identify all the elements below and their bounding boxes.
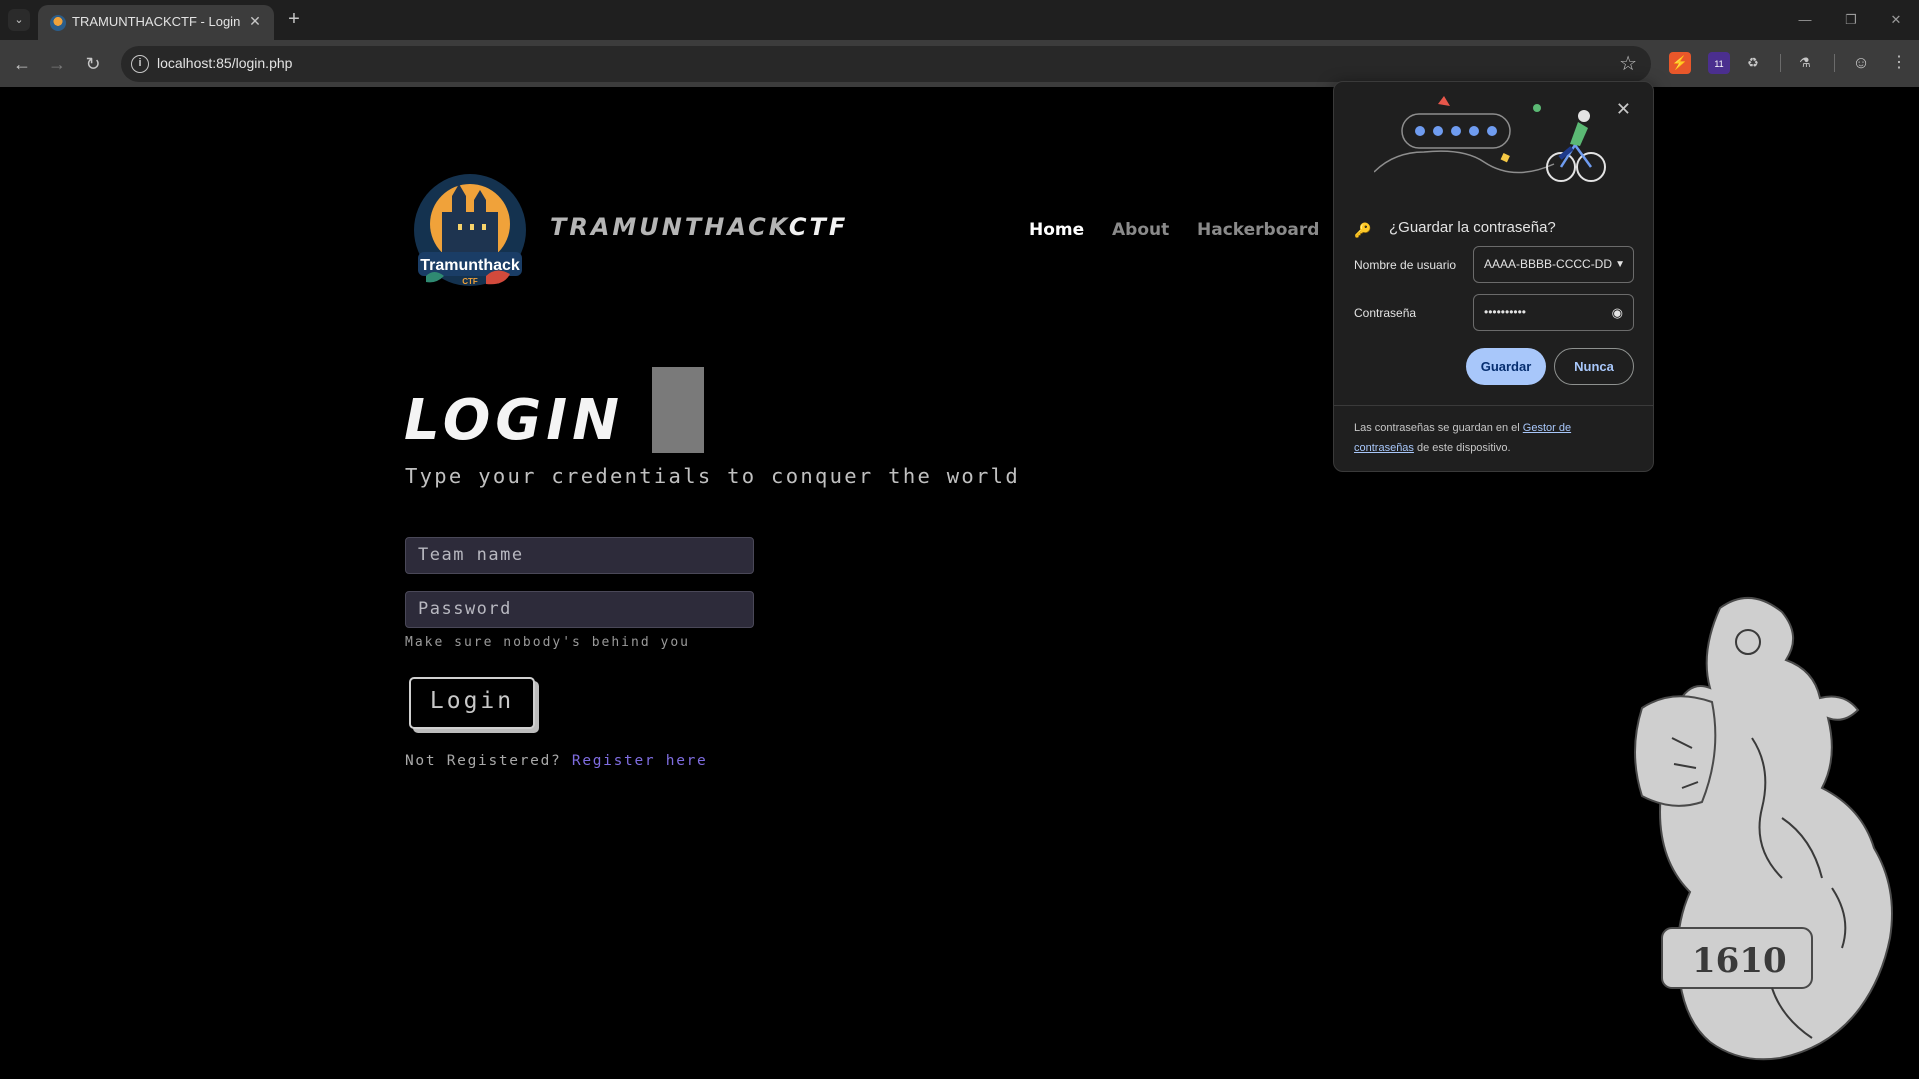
logo-sub: CTF — [462, 277, 478, 286]
password-input[interactable]: Password — [405, 591, 754, 628]
profile-icon[interactable]: ☺ — [1850, 52, 1872, 74]
reload-icon[interactable]: ↻ — [79, 50, 107, 78]
bookmark-star-icon[interactable]: ☆ — [1619, 52, 1637, 76]
logo-text: Tramunthack — [420, 257, 520, 274]
brand-main: TRAMUNTHACK — [550, 213, 789, 241]
close-window-button[interactable]: ✕ — [1882, 8, 1910, 32]
key-icon: 🔑 — [1354, 222, 1372, 238]
not-registered-text: Not Registered? — [405, 753, 562, 769]
extensions-puzzle-icon[interactable]: ♻ — [1742, 52, 1764, 74]
extension-bolt-icon[interactable]: ⚡ — [1669, 52, 1691, 74]
register-link[interactable]: Register here — [572, 753, 708, 769]
restore-window-button[interactable]: ❐ — [1837, 8, 1865, 32]
close-icon[interactable]: ✕ — [1616, 100, 1631, 118]
popup-title: ¿Guardar la contraseña? — [1389, 219, 1556, 236]
back-arrow-icon[interactable]: ← — [8, 50, 36, 78]
jester-illustration: 1610 — [1632, 588, 1919, 1079]
tab-search-chevron-icon[interactable]: ⌄ — [8, 9, 30, 31]
brand-wordmark[interactable]: TRAMUNTHACKCTF — [550, 213, 848, 241]
address-bar[interactable]: i localhost:85/login.php ☆ — [121, 46, 1651, 82]
browser-tabstrip: ⌄ TRAMUNTHACKCTF - Login ✕ + — ❐ ✕ — [0, 0, 1919, 40]
password-value: •••••••••• — [1484, 305, 1527, 319]
extension-badge-icon[interactable]: 11 — [1708, 52, 1730, 74]
popup-footer: Las contraseñas se guardan en el Gestor … — [1334, 405, 1653, 471]
username-value: AAAA-BBBB-CCCC-DD — [1484, 257, 1613, 271]
site-info-icon[interactable]: i — [131, 55, 149, 73]
browser-tab[interactable]: TRAMUNTHACKCTF - Login ✕ — [38, 5, 274, 40]
url-text[interactable]: localhost:85/login.php — [157, 55, 292, 71]
site-logo[interactable]: Tramunthack CTF — [412, 172, 528, 296]
register-prompt: Not Registered? Register here — [405, 753, 707, 769]
never-save-button[interactable]: Nunca — [1554, 348, 1634, 385]
username-select[interactable]: AAAA-BBBB-CCCC-DD ▼ — [1473, 246, 1634, 283]
forward-arrow-icon[interactable]: → — [43, 50, 71, 78]
minimize-window-button[interactable]: — — [1791, 8, 1819, 32]
extension-badge-count: 11 — [1714, 59, 1724, 69]
save-password-popup: ✕ 🔑 ¿Guardar la contraseña? Nombre de us… — [1333, 81, 1654, 472]
password-illustration — [1373, 92, 1614, 192]
team-name-input[interactable]: Team name — [405, 537, 754, 574]
new-tab-button[interactable]: + — [282, 8, 306, 32]
login-subtitle: Type your credentials to conquer the wor… — [405, 464, 1020, 488]
footer-pre: Las contraseñas se guardan en el — [1354, 422, 1523, 434]
toolbar-divider — [1834, 54, 1835, 72]
svg-text:1610: 1610 — [1692, 941, 1787, 981]
nav-hackerboard[interactable]: Hackerboard — [1197, 220, 1319, 240]
popup-footer-text: Las contraseñas se guardan en el Gestor … — [1354, 418, 1634, 458]
brand-ctf: CTF — [788, 213, 849, 241]
favicon-icon — [50, 15, 66, 31]
nav-home[interactable]: Home — [1029, 220, 1084, 240]
browser-toolbar: ← → ↻ i localhost:85/login.php ☆ ⚡ 11 ♻ … — [0, 40, 1919, 87]
save-password-button[interactable]: Guardar — [1466, 348, 1546, 385]
login-button[interactable]: Login — [409, 677, 535, 729]
dropdown-caret-icon: ▼ — [1615, 259, 1625, 270]
password-label: Contraseña — [1354, 306, 1417, 320]
labs-flask-icon[interactable]: ⚗ — [1794, 52, 1816, 74]
nav-about[interactable]: About — [1112, 220, 1169, 240]
tab-title: TRAMUNTHACKCTF - Login — [72, 14, 241, 29]
menu-kebab-icon[interactable]: ⋮ — [1888, 52, 1910, 74]
toolbar-divider — [1780, 54, 1781, 72]
show-password-eye-icon[interactable]: ◉ — [1612, 295, 1623, 330]
typing-cursor — [652, 367, 704, 453]
footer-post: de este dispositivo. — [1413, 442, 1511, 454]
login-heading: LOGIN — [404, 388, 624, 453]
username-label: Nombre de usuario — [1354, 258, 1457, 272]
password-hint: Make sure nobody's behind you — [405, 635, 690, 650]
password-field[interactable]: •••••••••• ◉ — [1473, 294, 1634, 331]
close-tab-icon[interactable]: ✕ — [246, 12, 264, 30]
